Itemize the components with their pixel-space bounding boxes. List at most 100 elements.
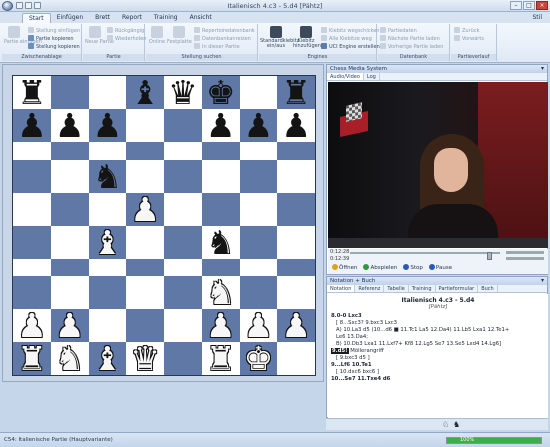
- square-a-1[interactable]: ♜: [13, 342, 51, 375]
- square-g5[interactable]: [239, 159, 278, 193]
- tab-ansicht[interactable]: Ansicht: [184, 13, 218, 23]
- white-king-icon[interactable]: ♚: [244, 342, 274, 375]
- game-data-button[interactable]: Partiedaten: [380, 27, 417, 34]
- square-d7[interactable]: [126, 109, 164, 142]
- square-c7[interactable]: ♟: [88, 109, 127, 142]
- square-g3[interactable]: [239, 225, 278, 259]
- square-h5[interactable]: [277, 159, 315, 193]
- notation-line[interactable]: 8.0-0 Lxc3: [328, 313, 548, 320]
- white-pawn-icon[interactable]: ♟: [206, 309, 236, 342]
- square-h7[interactable]: ♟: [277, 109, 315, 142]
- square-h6[interactable]: [277, 142, 315, 160]
- square-h8[interactable]: ♜: [277, 76, 315, 109]
- square-e4[interactable]: [164, 192, 202, 226]
- search-online-button[interactable]: Online: [148, 26, 166, 45]
- square-d3[interactable]: [126, 225, 164, 259]
- notation-text[interactable]: Italienisch 4.c3 - 5.d4 [Pähtz] 8.0-0 Lx…: [328, 294, 548, 420]
- undo-quick-icon[interactable]: [25, 2, 32, 9]
- square-f0[interactable]: ♟: [201, 309, 240, 342]
- square-d6[interactable]: [126, 142, 164, 160]
- balance-slider[interactable]: [506, 257, 544, 260]
- square-c3[interactable]: ♝: [88, 225, 127, 259]
- square-b-1[interactable]: ♞: [50, 342, 89, 375]
- open-button[interactable]: Öffnen: [332, 264, 357, 271]
- square-e2[interactable]: [164, 258, 202, 276]
- square-a3[interactable]: [13, 225, 51, 259]
- notation-line[interactable]: [ 8...Sxc3? 9.bxc3 Lxc3: [328, 320, 548, 327]
- redo-button[interactable]: Wiederholen: [107, 35, 146, 42]
- play-button[interactable]: Abspielen: [363, 264, 397, 271]
- notation-line[interactable]: B) 10.Db3 Lxa1 11.Lxf7+ Kf8 12.Lg5 Se7 1…: [328, 341, 548, 348]
- tab-training[interactable]: Training: [148, 13, 184, 23]
- black-pawn-icon[interactable]: ♟: [244, 109, 274, 142]
- remove-kibitzer-button[interactable]: Kiebitz wegschicken: [321, 27, 379, 34]
- tab-audio-video[interactable]: Audio/Video: [327, 73, 364, 80]
- square-b0[interactable]: ♟: [50, 309, 89, 342]
- square-c8[interactable]: [88, 76, 127, 109]
- notation-line[interactable]: 9.d5! Möllerangriff: [328, 348, 548, 355]
- redo-quick-icon[interactable]: [34, 2, 41, 9]
- stop-button[interactable]: Stop: [403, 264, 423, 271]
- square-a8[interactable]: ♜: [13, 76, 51, 109]
- black-pawn-icon[interactable]: ♟: [55, 109, 85, 142]
- pause-button[interactable]: Pause: [428, 264, 452, 271]
- square-b6[interactable]: [50, 142, 89, 160]
- square-c2[interactable]: [88, 258, 127, 276]
- forward-button[interactable]: Vorwärts: [454, 35, 484, 42]
- square-g8[interactable]: [239, 76, 278, 109]
- square-a1[interactable]: [13, 276, 51, 309]
- square-b2[interactable]: [50, 258, 89, 276]
- square-h3[interactable]: [277, 225, 315, 259]
- square-h1[interactable]: [277, 276, 315, 309]
- search-disk-button[interactable]: Festplatte: [167, 26, 192, 45]
- black-pawn-icon[interactable]: ♟: [93, 109, 123, 142]
- square-g0[interactable]: ♟: [239, 309, 278, 342]
- white-bishop-icon[interactable]: ♝: [93, 342, 123, 375]
- seek-bar[interactable]: [350, 252, 500, 260]
- square-c4[interactable]: [88, 192, 127, 226]
- black-rook-icon[interactable]: ♜: [281, 76, 311, 109]
- new-game-button[interactable]: Neue Partie: [85, 26, 114, 45]
- square-a7[interactable]: ♟: [13, 109, 51, 142]
- square-f1[interactable]: ♞: [201, 276, 240, 309]
- black-pawn-icon[interactable]: ♟: [206, 109, 236, 142]
- square-b8[interactable]: [50, 76, 89, 109]
- square-b7[interactable]: ♟: [50, 109, 89, 142]
- white-pawn-icon[interactable]: ♟: [130, 193, 160, 226]
- square-a6[interactable]: [13, 142, 51, 160]
- square-h2[interactable]: [277, 258, 315, 276]
- square-d5[interactable]: [126, 159, 164, 193]
- save-quick-icon[interactable]: [16, 2, 23, 9]
- square-b4[interactable]: [50, 192, 89, 226]
- square-d4[interactable]: ♟: [126, 192, 164, 226]
- tab-log[interactable]: Log: [364, 73, 380, 80]
- white-knight-icon[interactable]: ♞: [55, 342, 85, 375]
- default-kibitzer-button[interactable]: Standardkiebitz ein/aus: [260, 26, 299, 49]
- square-h-1[interactable]: [277, 342, 315, 375]
- square-d0[interactable]: [126, 309, 164, 342]
- notation-line[interactable]: A) 10.La3 d5 (10...d6 ■ 11.Tc1 La5 12.Da…: [328, 327, 548, 334]
- remove-all-kibitzers-button[interactable]: Alle Kiebitze weg: [321, 35, 372, 42]
- square-f6[interactable]: [201, 142, 240, 160]
- square-e3[interactable]: [164, 225, 202, 259]
- white-knight-icon[interactable]: ♘: [442, 420, 449, 429]
- maximize-button[interactable]: □: [523, 1, 535, 10]
- tab-einfuegen[interactable]: Einfügen: [51, 13, 89, 23]
- white-rook-icon[interactable]: ♜: [17, 342, 47, 375]
- square-e0[interactable]: [164, 309, 202, 342]
- square-e8[interactable]: ♛: [164, 76, 202, 109]
- square-a4[interactable]: [13, 192, 51, 226]
- black-queen-icon[interactable]: ♛: [168, 76, 198, 109]
- square-h4[interactable]: [277, 192, 315, 226]
- black-pawn-icon[interactable]: ♟: [281, 109, 311, 142]
- black-king-icon[interactable]: ♚: [206, 76, 236, 109]
- square-a5[interactable]: [13, 159, 51, 193]
- close-button[interactable]: ×: [536, 1, 548, 10]
- undo-button[interactable]: Rückgängig: [107, 27, 144, 34]
- black-knight-icon[interactable]: ♞: [206, 226, 236, 259]
- create-uci-engine-button[interactable]: UCI Engine erstellen: [321, 43, 380, 50]
- black-rook-icon[interactable]: ♜: [17, 76, 47, 109]
- square-d8[interactable]: ♝: [126, 76, 164, 109]
- black-pawn-icon[interactable]: ♟: [17, 109, 47, 142]
- square-d-1[interactable]: ♛: [126, 342, 164, 375]
